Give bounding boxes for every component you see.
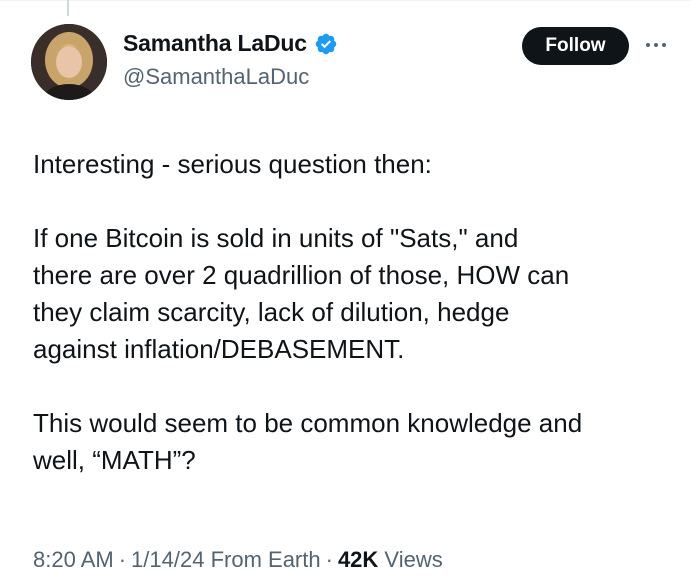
tweet-date[interactable]: 1/14/24 [131,547,204,572]
tweet-meta: 8:20 AM · 1/14/24 From Earth · 42K Views [33,547,443,573]
tweet-paragraph: This would seem to be common knowledge a… [33,408,583,475]
meta-separator: · [118,547,127,572]
tweet-time[interactable]: 8:20 AM [33,547,114,572]
author-name-row: Samantha LaDuc [123,30,338,57]
tweet-text: Interesting - serious question then: If … [33,146,673,479]
top-divider [0,0,691,1]
more-horizontal-icon[interactable] [641,33,671,57]
meta-separator: · [325,547,333,572]
verified-badge-icon[interactable] [314,32,338,56]
author-display-name[interactable]: Samantha LaDuc [123,30,307,57]
views-count[interactable]: 42K [338,547,378,572]
views-label[interactable]: Views [384,547,442,572]
author-handle[interactable]: @SamanthaLaDuc [123,64,309,90]
follow-button[interactable]: Follow [522,27,629,65]
tweet-source: From Earth [210,547,321,572]
tweet-paragraph: If one Bitcoin is sold in units of "Sats… [33,223,570,364]
tweet-paragraph: Interesting - serious question then: [33,149,432,179]
avatar[interactable] [31,24,107,100]
avatar-image [31,24,107,100]
thread-connector-line [67,0,69,16]
